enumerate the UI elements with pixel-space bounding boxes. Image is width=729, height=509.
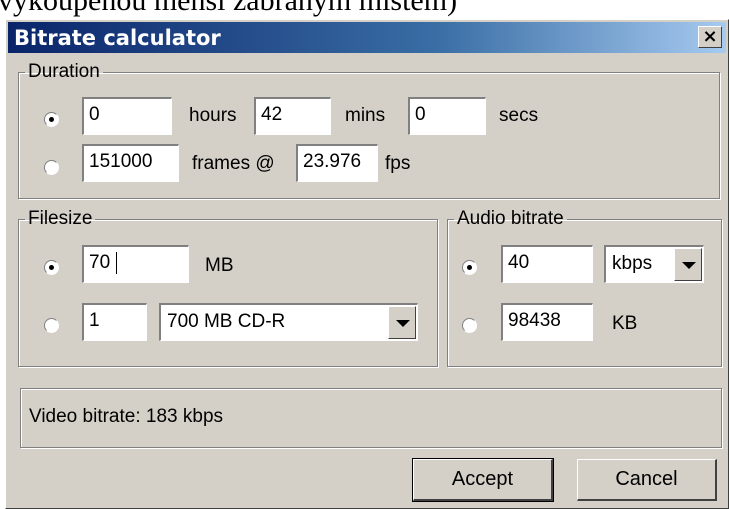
cancel-button[interactable]: Cancel bbox=[577, 459, 717, 501]
audio-size-unit-label: KB bbox=[612, 313, 638, 334]
filesize-input[interactable]: 70 bbox=[82, 245, 189, 283]
media-type-select[interactable]: 700 MB CD-R bbox=[159, 303, 418, 341]
duration-legend: Duration bbox=[28, 61, 100, 82]
audio-size-input[interactable]: 98438 bbox=[501, 303, 593, 341]
audio-bitrate-radio[interactable] bbox=[462, 260, 477, 275]
media-type-value: 700 MB CD-R bbox=[167, 311, 286, 332]
audio-unit-value: kbps bbox=[612, 253, 653, 274]
video-bitrate-result: Video bitrate: 183 kbps bbox=[29, 406, 224, 427]
frames-label: frames @ bbox=[192, 153, 275, 174]
audio-bitrate-legend: Audio bitrate bbox=[457, 208, 564, 229]
background-document-text: vykoupenou menší zabraným místem) bbox=[0, 0, 458, 17]
filesize-legend: Filesize bbox=[28, 208, 93, 229]
hours-input[interactable]: 0 bbox=[82, 97, 172, 135]
window-title: Bitrate calculator bbox=[14, 26, 221, 50]
video-bitrate-panel: Video bitrate: 183 kbps bbox=[20, 388, 722, 448]
filesize-unit-label: MB bbox=[205, 255, 234, 276]
media-type-dropdown-arrow[interactable] bbox=[388, 306, 416, 339]
filesize-group: Filesize bbox=[18, 208, 438, 367]
fps-input[interactable]: 23.976 bbox=[296, 144, 378, 182]
bitrate-calculator-dialog: Bitrate calculator × Duration 0 hours 42… bbox=[5, 19, 729, 509]
filesize-size-radio[interactable] bbox=[44, 260, 59, 275]
secs-input[interactable]: 0 bbox=[408, 97, 486, 135]
secs-label: secs bbox=[499, 105, 539, 126]
close-button[interactable]: × bbox=[698, 26, 722, 48]
close-icon: × bbox=[702, 26, 718, 47]
fps-label: fps bbox=[385, 153, 411, 174]
mins-input[interactable]: 42 bbox=[254, 97, 331, 135]
text-caret bbox=[116, 252, 117, 274]
accept-button[interactable]: Accept bbox=[412, 458, 554, 502]
frames-input[interactable]: 151000 bbox=[82, 144, 179, 182]
media-count-input[interactable]: 1 bbox=[82, 303, 147, 341]
hours-label: hours bbox=[189, 105, 237, 126]
audio-unit-select[interactable]: kbps bbox=[604, 245, 704, 283]
audio-unit-dropdown-arrow[interactable] bbox=[674, 248, 702, 281]
duration-frames-radio[interactable] bbox=[44, 160, 59, 175]
audio-bitrate-group: Audio bitrate bbox=[447, 208, 722, 367]
duration-time-radio[interactable] bbox=[44, 112, 59, 127]
audio-size-radio[interactable] bbox=[462, 318, 477, 333]
filesize-media-radio[interactable] bbox=[44, 318, 59, 333]
audio-bitrate-input[interactable]: 40 bbox=[501, 245, 593, 283]
title-bar[interactable]: Bitrate calculator × bbox=[8, 22, 726, 53]
mins-label: mins bbox=[345, 105, 386, 126]
